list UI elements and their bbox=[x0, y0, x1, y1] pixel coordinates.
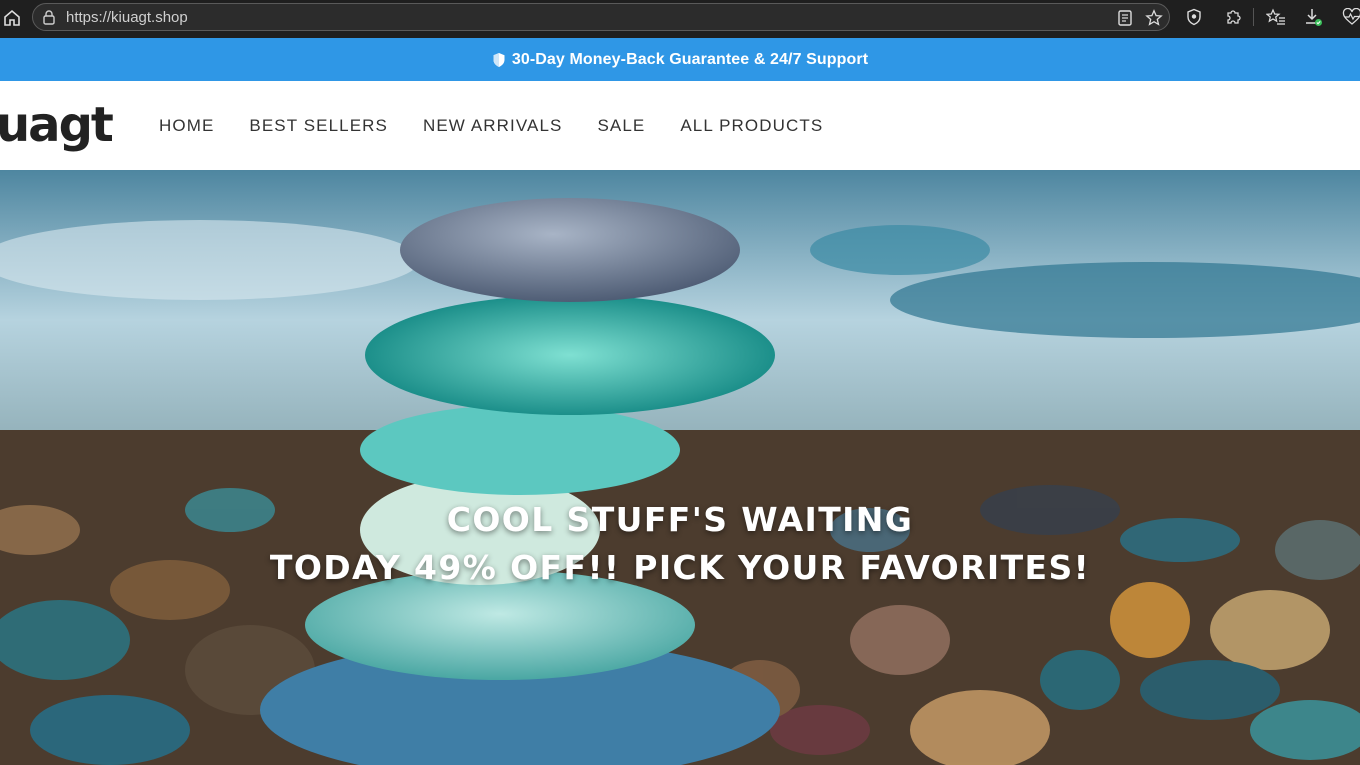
hero-banner[interactable]: COOL STUFF'S WAITING TODAY 49% OFF!! PIC… bbox=[0, 170, 1360, 765]
favorite-star-icon[interactable] bbox=[1145, 9, 1163, 32]
heart-pulse-icon[interactable] bbox=[1342, 7, 1360, 27]
url-text[interactable]: https://kiuagt.shop bbox=[66, 9, 188, 26]
toolbar-divider bbox=[1253, 8, 1254, 26]
browser-toolbar: https://kiuagt.shop bbox=[0, 0, 1360, 38]
hero-image bbox=[0, 170, 1360, 765]
nav-new-arrivals[interactable]: NEW ARRIVALS bbox=[423, 116, 562, 136]
address-bar[interactable]: https://kiuagt.shop bbox=[32, 3, 1170, 31]
home-icon[interactable] bbox=[2, 6, 22, 30]
announcement-text: 30-Day Money-Back Guarantee & 24/7 Suppo… bbox=[511, 50, 869, 68]
shield-icon[interactable] bbox=[1184, 7, 1204, 27]
downloads-icon[interactable] bbox=[1303, 7, 1323, 27]
extensions-icon[interactable] bbox=[1223, 7, 1243, 27]
hero-headline: COOL STUFF'S WAITING bbox=[446, 500, 914, 539]
site-logo[interactable]: uagt bbox=[0, 97, 114, 153]
main-nav: HOME BEST SELLERS NEW ARRIVALS SALE ALL … bbox=[159, 116, 858, 136]
site-header: uagt HOME BEST SELLERS NEW ARRIVALS SALE… bbox=[0, 81, 1360, 170]
lock-icon[interactable] bbox=[41, 9, 57, 30]
nav-best-sellers[interactable]: BEST SELLERS bbox=[249, 116, 388, 136]
nav-home[interactable]: HOME bbox=[159, 116, 214, 136]
shield-icon bbox=[492, 52, 506, 68]
nav-all-products[interactable]: ALL PRODUCTS bbox=[680, 116, 823, 136]
hero-subheadline: TODAY 49% OFF!! PICK YOUR FAVORITES! bbox=[269, 548, 1091, 587]
nav-sale[interactable]: SALE bbox=[597, 116, 645, 136]
announcement-bar: 30-Day Money-Back Guarantee & 24/7 Suppo… bbox=[0, 38, 1360, 81]
favorites-list-icon[interactable] bbox=[1266, 7, 1286, 27]
reader-mode-icon[interactable] bbox=[1117, 9, 1133, 32]
